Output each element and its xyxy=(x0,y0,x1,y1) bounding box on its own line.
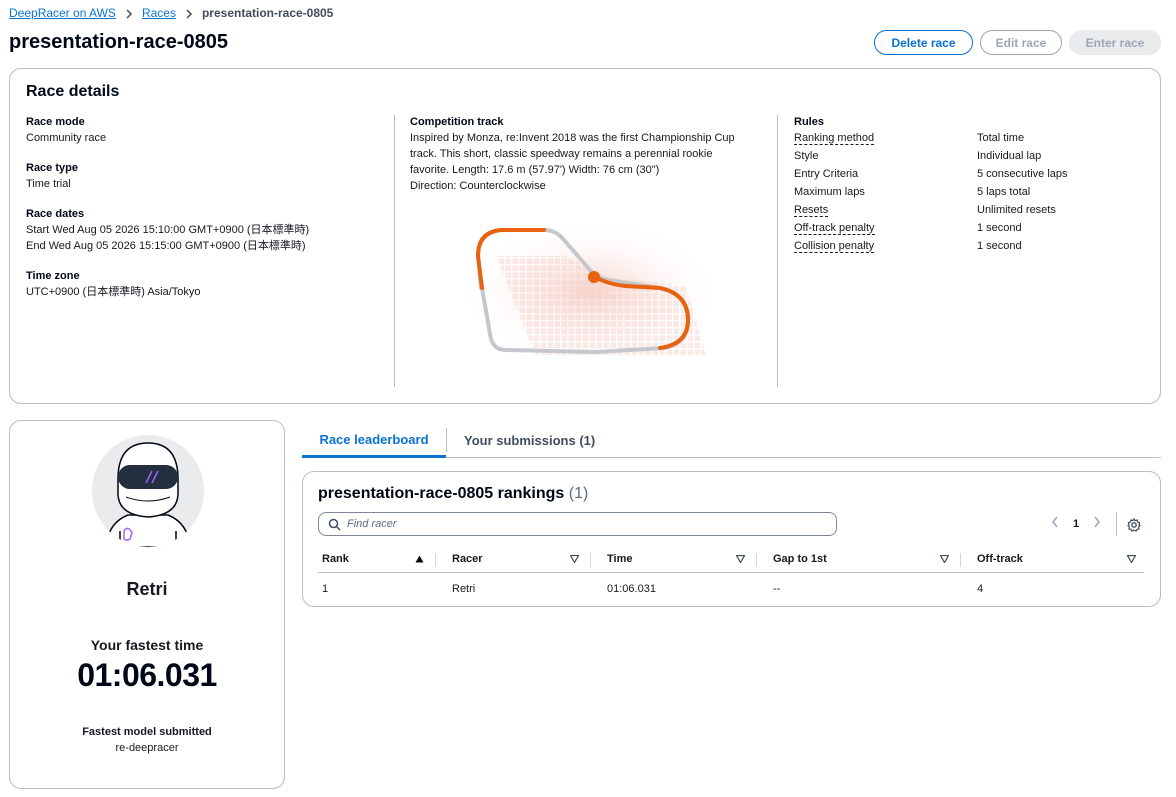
column-header-gap[interactable]: Gap to 1st xyxy=(757,547,961,573)
column-divider xyxy=(394,115,395,387)
race-type-value: Time trial xyxy=(26,178,71,190)
fastest-model-label: Fastest model submitted xyxy=(82,726,212,738)
racer-profile-card: Retri Your fastest time 01:06.031 Fastes… xyxy=(9,420,285,789)
rule-value: Total time xyxy=(977,132,1025,144)
sort-icon xyxy=(570,555,579,564)
track-map xyxy=(456,216,726,366)
rule-value: 5 laps total xyxy=(977,186,1031,198)
racer-name: Retri xyxy=(126,579,168,599)
column-header-label: Time xyxy=(607,553,633,566)
leaderboard-count: (1) xyxy=(568,485,589,502)
rule-value: Individual lap xyxy=(977,150,1042,162)
cell-racer: Retri xyxy=(452,582,476,595)
leaderboard-title-text: presentation-race-0805 rankings xyxy=(318,485,565,502)
search-icon xyxy=(328,518,341,534)
rule-value: Unlimited resets xyxy=(977,204,1056,216)
rule-name-text: Style xyxy=(794,150,819,162)
track-direction: Direction: Counterclockwise xyxy=(410,180,546,192)
rule-name: Style xyxy=(794,148,977,164)
pager-divider xyxy=(1116,512,1117,536)
competition-track-column: Competition track Inspired by Monza, re:… xyxy=(410,115,740,194)
rule-name[interactable]: Resets xyxy=(794,202,977,218)
column-header-label: Racer xyxy=(452,553,483,566)
fastest-model-value: re-deepracer xyxy=(115,742,179,754)
race-dates-label: Race dates xyxy=(26,208,85,220)
column-header-label: Rank xyxy=(322,553,349,566)
race-info-column: Race mode Community race Race type Time … xyxy=(26,115,396,315)
tab-your-submissions[interactable]: Your submissions (1) xyxy=(464,424,595,457)
rule-name-text: Entry Criteria xyxy=(794,168,859,180)
column-divider xyxy=(777,115,778,387)
race-mode-label: Race mode xyxy=(26,116,85,128)
cell-gap: -- xyxy=(773,582,781,595)
track-description: Inspired by Monza, re:Invent 2018 was th… xyxy=(410,132,735,176)
rules-label: Rules xyxy=(794,116,824,128)
column-header-label: Gap to 1st xyxy=(773,553,827,566)
race-details-title: Race details xyxy=(26,83,120,100)
column-header-offtrack[interactable]: Off-track xyxy=(961,547,1144,573)
rule-name-text: Resets xyxy=(794,204,829,217)
leaderboard-card: presentation-race-0805 rankings (1) Find… xyxy=(302,471,1161,607)
tab-divider xyxy=(446,428,447,452)
race-type-label: Race type xyxy=(26,162,78,174)
tab-race-leaderboard[interactable]: Race leaderboard xyxy=(302,424,446,458)
fastest-time-label: Your fastest time xyxy=(90,637,204,653)
cell-rank: 1 xyxy=(322,582,329,595)
chevron-left-icon[interactable] xyxy=(1051,516,1059,531)
competition-track-label: Competition track xyxy=(410,116,504,128)
rule-name-text: Collision penalty xyxy=(794,240,875,253)
chevron-right-icon xyxy=(125,8,133,19)
find-racer-input[interactable]: Find racer xyxy=(318,512,837,536)
rule-value: 1 second xyxy=(977,240,1022,252)
delete-race-button[interactable]: Delete race xyxy=(874,30,973,55)
rules-column: Rules Ranking method Total time Style Indiv… xyxy=(794,115,1154,254)
find-racer-placeholder: Find racer xyxy=(347,518,397,530)
race-mode-value: Community race xyxy=(26,132,107,144)
table-header-row: Rank Racer Time Gap to 1st Off-track xyxy=(318,547,1144,573)
rule-name[interactable]: Off-track penalty xyxy=(794,220,977,236)
avatar xyxy=(92,435,204,547)
cell-time: 01:06.031 xyxy=(607,582,656,595)
column-header-label: Off-track xyxy=(977,553,1023,566)
pagination: 1 xyxy=(1051,516,1101,531)
cell-offtrack: 4 xyxy=(977,582,984,595)
chevron-right-icon xyxy=(185,8,193,19)
rule-name-text: Ranking method xyxy=(794,132,875,145)
rule-name[interactable]: Collision penalty xyxy=(794,238,977,254)
gear-icon[interactable] xyxy=(1127,517,1141,535)
leaderboard-title: presentation-race-0805 rankings (1) xyxy=(318,485,588,503)
rule-name: Maximum laps xyxy=(794,184,977,200)
fastest-time-value: 01:06.031 xyxy=(77,657,217,693)
rule-value: 1 second xyxy=(977,222,1022,234)
breadcrumb-races-link[interactable]: Races xyxy=(142,6,176,20)
column-header-racer[interactable]: Racer xyxy=(436,547,591,573)
breadcrumb: DeepRacer on AWS Races presentation-race… xyxy=(9,5,333,21)
rule-name-text: Off-track penalty xyxy=(794,222,875,235)
sort-icon xyxy=(1127,555,1136,564)
breadcrumb-current: presentation-race-0805 xyxy=(201,6,334,20)
edit-race-button[interactable]: Edit race xyxy=(980,30,1062,55)
leaderboard-table: Rank Racer Time Gap to 1st Off-track 1 R… xyxy=(318,547,1144,605)
enter-race-button[interactable]: Enter race xyxy=(1069,30,1161,55)
page-number[interactable]: 1 xyxy=(1073,518,1079,530)
sort-icon xyxy=(940,555,949,564)
sort-ascending-icon xyxy=(415,555,424,563)
rules-list: Ranking method Total time Style Individual … xyxy=(794,130,1154,254)
rule-name-text: Maximum laps xyxy=(794,186,865,198)
column-header-rank[interactable]: Rank xyxy=(318,547,436,573)
time-zone-value: UTC+0900 (日本標準時) Asia/Tokyo xyxy=(26,286,201,298)
race-end-date: End Wed Aug 05 2026 15:15:00 GMT+0900 (日… xyxy=(26,240,306,252)
breadcrumb-home-link[interactable]: DeepRacer on AWS xyxy=(9,6,116,20)
table-row: 1 Retri 01:06.031 -- 4 xyxy=(318,572,1144,605)
rule-name[interactable]: Ranking method xyxy=(794,130,977,146)
race-start-date: Start Wed Aug 05 2026 15:10:00 GMT+0900 … xyxy=(26,224,310,236)
sort-icon xyxy=(736,555,745,564)
page-title: presentation-race-0805 xyxy=(9,31,228,53)
rule-value: 5 consecutive laps xyxy=(977,168,1068,180)
time-zone-label: Time zone xyxy=(26,270,80,282)
chevron-right-icon[interactable] xyxy=(1093,516,1101,531)
tab-bar: Race leaderboard Your submissions (1) xyxy=(302,424,1161,458)
column-header-time[interactable]: Time xyxy=(591,547,757,573)
rule-name: Entry Criteria xyxy=(794,166,977,182)
